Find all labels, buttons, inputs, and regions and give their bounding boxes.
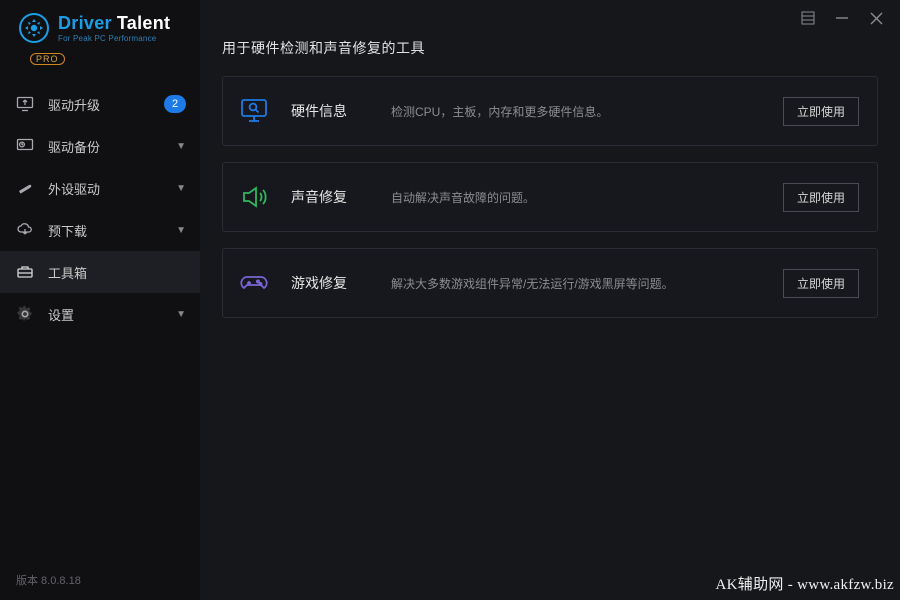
watermark: AK辅助网 - www.akfzw.biz [716,573,894,594]
sidebar-item-label: 驱动升级 [48,95,164,114]
version-label: 版本 8.0.8.18 [16,572,81,588]
sidebar-item-peripheral[interactable]: 外设驱动 ▼ [0,167,200,209]
cloud-download-icon [16,221,34,239]
main-panel: 用于硬件检测和声音修复的工具 硬件信息 检测CPU，主板，内存和更多硬件信息。 … [200,0,900,600]
sidebar-item-label: 预下载 [48,221,176,240]
use-button[interactable]: 立即使用 [783,183,859,212]
caret-down-icon: ▼ [176,225,186,236]
caret-down-icon: ▼ [176,141,186,152]
gear-logo-icon [18,12,50,44]
app-logo: Driver Talent For Peak PC Performance [0,0,200,50]
use-button[interactable]: 立即使用 [783,97,859,126]
sidebar-item-predownload[interactable]: 预下载 ▼ [0,209,200,251]
page-title: 用于硬件检测和声音修复的工具 [222,38,878,58]
sidebar-item-label: 外设驱动 [48,179,176,198]
monitor-search-icon [239,96,269,126]
tool-desc: 解决大多数游戏组件异常/无法运行/游戏黑屏等问题。 [391,275,783,292]
nav: 驱动升级 2 驱动备份 ▼ 外设驱动 ▼ 预下载 ▼ [0,83,200,335]
monitor-up-icon [16,95,34,113]
clock-backup-icon [16,137,34,155]
gamepad-icon [239,268,269,298]
sidebar-item-label: 工具箱 [48,263,186,282]
tool-title: 游戏修复 [291,273,391,293]
sidebar-item-label: 驱动备份 [48,137,176,156]
caret-down-icon: ▼ [176,183,186,194]
sidebar-item-settings[interactable]: 设置 ▼ [0,293,200,335]
sidebar-item-label: 设置 [48,305,176,324]
sidebar-item-driver-backup[interactable]: 驱动备份 ▼ [0,125,200,167]
toolbox-icon [16,263,34,281]
brand-name: Driver Talent [58,13,170,34]
tool-title: 硬件信息 [291,101,391,121]
brand-subtitle: For Peak PC Performance [58,34,170,43]
caret-down-icon: ▼ [176,309,186,320]
badge-count: 2 [164,95,186,113]
tool-title: 声音修复 [291,187,391,207]
tool-card-sound: 声音修复 自动解决声音故障的问题。 立即使用 [222,162,878,232]
sidebar-item-driver-upgrade[interactable]: 驱动升级 2 [0,83,200,125]
gear-icon [16,305,34,323]
speaker-icon [239,182,269,212]
tool-card-hardware: 硬件信息 检测CPU，主板，内存和更多硬件信息。 立即使用 [222,76,878,146]
usb-icon [16,179,34,197]
sidebar: Driver Talent For Peak PC Performance PR… [0,0,200,600]
pro-badge: PRO [30,53,65,65]
tool-desc: 检测CPU，主板，内存和更多硬件信息。 [391,103,783,120]
tool-card-game: 游戏修复 解决大多数游戏组件异常/无法运行/游戏黑屏等问题。 立即使用 [222,248,878,318]
use-button[interactable]: 立即使用 [783,269,859,298]
tool-desc: 自动解决声音故障的问题。 [391,189,783,206]
sidebar-item-toolbox[interactable]: 工具箱 [0,251,200,293]
